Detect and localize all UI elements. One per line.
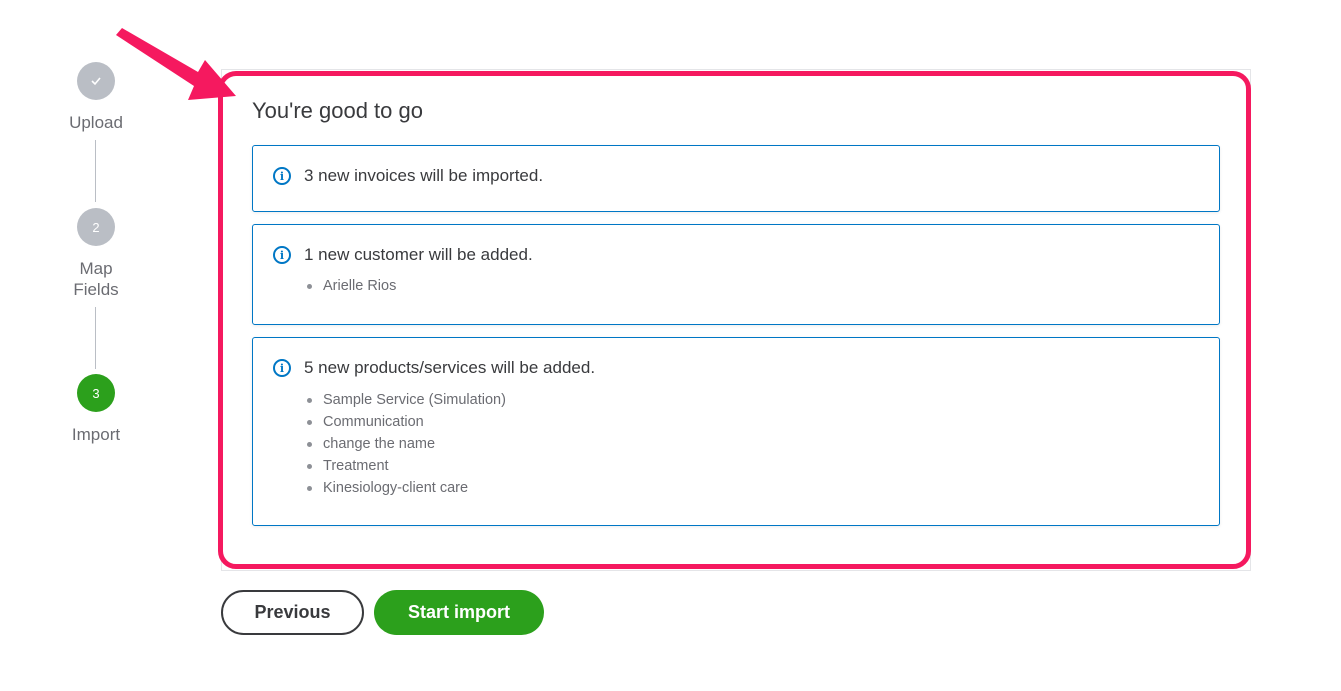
step-number: 2 [77, 208, 115, 246]
info-box-products: i 5 new products/services will be added.… [252, 337, 1220, 526]
page-title: You're good to go [252, 98, 423, 123]
stepper-connector [95, 307, 96, 369]
step-number: 3 [77, 374, 115, 412]
list-item: Treatment [305, 455, 506, 477]
info-box-customers: i 1 new customer will be added. Arielle … [252, 224, 1220, 325]
list-item: Sample Service (Simulation) [305, 389, 506, 411]
list-item: Communication [305, 411, 506, 433]
product-list: Sample Service (Simulation) Communicatio… [305, 389, 506, 499]
info-icon: i [273, 246, 291, 264]
previous-button[interactable]: Previous [221, 590, 364, 635]
customer-list: Arielle Rios [305, 275, 396, 297]
step-map-fields: 2 Map Fields [46, 208, 146, 300]
list-item: change the name [305, 433, 506, 455]
info-message: 5 new products/services will be added. [304, 358, 596, 377]
info-icon: i [273, 167, 291, 185]
import-page: Upload 2 Map Fields 3 Import You're good… [0, 0, 1341, 691]
start-import-button[interactable]: Start import [374, 590, 544, 635]
stepper-connector [95, 140, 96, 202]
step-label-import: Import [71, 425, 121, 444]
arrow-icon [116, 28, 236, 100]
info-box-invoices: i 3 new invoices will be imported. [252, 145, 1220, 212]
step-label-map-fields: Map Fields [73, 259, 119, 299]
step-import: 3 Import [46, 374, 146, 445]
info-message: 3 new invoices will be imported. [304, 166, 544, 185]
info-message: 1 new customer will be added. [304, 245, 533, 264]
list-item: Arielle Rios [305, 275, 396, 297]
list-item: Kinesiology-client care [305, 477, 506, 499]
info-icon: i [273, 359, 291, 377]
